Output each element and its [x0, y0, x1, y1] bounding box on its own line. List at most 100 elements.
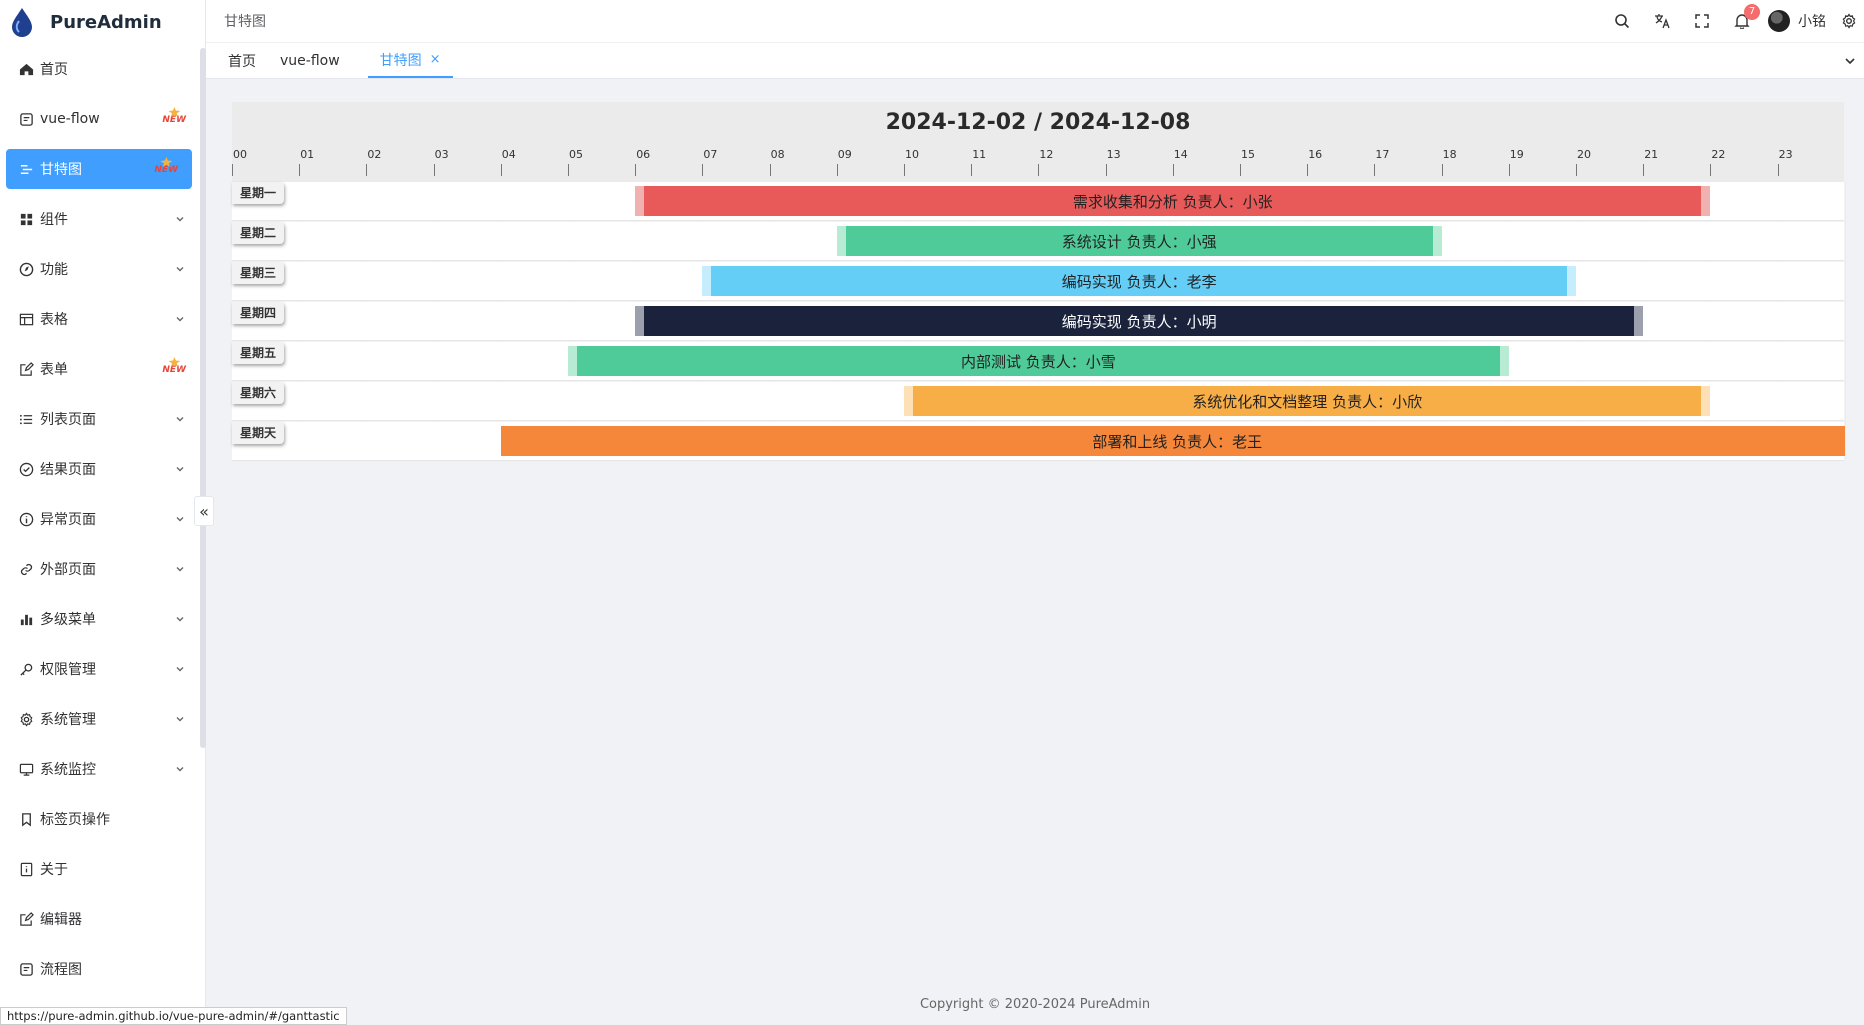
tabs-more-button[interactable]	[1838, 43, 1862, 79]
gantt-row-label: 星期二	[232, 222, 284, 244]
chevron-down-icon	[176, 217, 184, 222]
editor-icon	[18, 911, 34, 927]
sidebar-item-13[interactable]: 系统管理	[0, 694, 200, 744]
gantt-task-bar[interactable]: 内部测试 负责人：小雪	[568, 346, 1509, 376]
info-icon	[18, 511, 34, 527]
sidebar-item-label: 表格	[40, 312, 68, 328]
fullscreen-button[interactable]	[1682, 0, 1722, 43]
bar-resize-handle-right[interactable]	[1700, 186, 1711, 216]
chevron-down-icon	[176, 767, 184, 772]
sidebar-item-label: 系统管理	[40, 712, 96, 728]
hour-tick	[1441, 164, 1443, 176]
gantt-timeaxis: 2024-12-02 / 2024-12-08 00 01 02 03 04 05 06 07…	[232, 102, 1844, 182]
hour-tick	[366, 164, 368, 176]
new-badge: NEW	[154, 165, 178, 175]
sidebar-item-6[interactable]: 表单 NEW	[0, 344, 200, 394]
close-tab-icon[interactable]: ×	[430, 52, 441, 67]
compass-icon	[18, 261, 34, 277]
sidebar-item-16[interactable]: 关于	[0, 844, 200, 894]
sidebar-item-0[interactable]: 首页	[0, 44, 200, 94]
hour-label: 12	[1039, 148, 1054, 161]
sidebar-item-7[interactable]: 列表页面	[0, 394, 200, 444]
hour-tick	[1105, 164, 1107, 176]
bar-chart-icon	[18, 611, 34, 627]
sidebar-item-8[interactable]: 结果页面	[0, 444, 200, 494]
search-button[interactable]	[1602, 0, 1642, 43]
gear-icon	[18, 711, 34, 727]
chevron-down-icon	[176, 467, 184, 472]
sidebar-item-label: 异常页面	[40, 512, 96, 528]
gantt-task-bar[interactable]: 编码实现 负责人：小明	[635, 306, 1644, 336]
sidebar-item-label: 编辑器	[40, 912, 82, 928]
chevron-down-icon	[176, 317, 184, 322]
sidebar-item-15[interactable]: 标签页操作	[0, 794, 200, 844]
hour-tick	[232, 164, 233, 176]
gantt-row-label: 星期六	[232, 382, 284, 404]
gantt-rows: 星期一 需求收集和分析 负责人：小张 星期二 系统设计 负责人：小强 星期三 编码实现 负…	[232, 182, 1846, 461]
gantt-task-bar[interactable]: 系统设计 负责人：小强	[836, 226, 1442, 256]
gantt-row-label: 星期四	[232, 302, 284, 324]
sidebar-item-label: 关于	[40, 862, 68, 878]
hour-label: 18	[1442, 148, 1457, 161]
collapse-sidebar-button[interactable]: «	[194, 496, 214, 526]
key-icon	[18, 661, 34, 677]
sidebar-item-5[interactable]: 表格	[0, 294, 200, 344]
about-icon	[18, 861, 34, 877]
sidebar-scrollbar[interactable]	[200, 48, 206, 748]
chevron-down-icon	[176, 567, 184, 572]
hour-tick	[500, 164, 502, 176]
gantt-row-label: 星期天	[232, 422, 284, 444]
hour-label: 06	[636, 148, 651, 161]
hour-tick	[568, 164, 569, 176]
bar-resize-handle-right[interactable]	[1431, 226, 1442, 256]
sidebar-item-label: 系统监控	[40, 762, 96, 778]
tab-home[interactable]: 首页	[216, 43, 268, 78]
translate-button[interactable]	[1642, 0, 1682, 43]
grid-icon	[18, 211, 34, 227]
hour-tick	[836, 164, 838, 176]
logo[interactable]: PureAdmin	[0, 0, 205, 44]
sidebar-item-3[interactable]: 组件	[0, 194, 200, 244]
flowchart-icon	[18, 961, 34, 977]
sidebar-item-label: 流程图	[40, 962, 82, 978]
hour-tick	[702, 164, 704, 176]
sidebar-item-4[interactable]: 功能	[0, 244, 200, 294]
hour-label: 02	[367, 148, 382, 161]
sidebar-item-12[interactable]: 权限管理	[0, 644, 200, 694]
hour-label: 04	[501, 148, 516, 161]
bar-resize-handle-right[interactable]	[1700, 386, 1711, 416]
hour-tick	[1710, 164, 1712, 176]
bar-resize-handle-right[interactable]	[1633, 306, 1644, 336]
username: 小铭	[1798, 14, 1826, 30]
sidebar-item-17[interactable]: 编辑器	[0, 894, 200, 944]
avatar	[1768, 10, 1790, 32]
hour-label: 11	[972, 148, 987, 161]
tab-vue-flow[interactable]: vue-flow	[268, 43, 352, 78]
sidebar-item-10[interactable]: 外部页面	[0, 544, 200, 594]
gantt-task-bar[interactable]: 系统优化和文档整理 负责人：小欣	[904, 386, 1711, 416]
sidebar-item-1[interactable]: vue-flow NEW	[0, 94, 200, 144]
sidebar-item-label: vue-flow	[40, 111, 100, 127]
hour-label: 10	[905, 148, 919, 161]
gantt-task-bar[interactable]: 部署和上线 负责人：老王	[500, 426, 1845, 456]
user-menu[interactable]: 小铭	[1768, 10, 1826, 32]
sidebar-item-18[interactable]: 流程图	[0, 944, 200, 994]
sidebar-item-9[interactable]: 异常页面	[0, 494, 200, 544]
settings-button[interactable]	[1834, 0, 1864, 43]
tab-gantt[interactable]: 甘特图 ×	[367, 43, 453, 78]
gantt-task-bar[interactable]: 编码实现 负责人：老李	[702, 266, 1576, 296]
hour-label: 19	[1509, 148, 1524, 161]
hour-tick	[1172, 164, 1174, 176]
breadcrumb[interactable]: 甘特图	[224, 11, 1602, 31]
bar-resize-handle-right[interactable]	[1565, 266, 1576, 296]
bar-resize-handle-right[interactable]	[1498, 346, 1509, 376]
sidebar-item-2[interactable]: 甘特图 NEW	[6, 149, 192, 189]
notification-button[interactable]: 7	[1722, 0, 1762, 43]
hour-label: 07	[703, 148, 718, 161]
new-badge: NEW	[162, 115, 186, 125]
gantt-task-bar[interactable]: 需求收集和分析 负责人：小张	[635, 186, 1711, 216]
sidebar-item-11[interactable]: 多级菜单	[0, 594, 200, 644]
hour-label: 16	[1308, 148, 1323, 161]
sidebar-item-14[interactable]: 系统监控	[0, 744, 200, 794]
sidebar-item-label: 首页	[40, 62, 68, 78]
